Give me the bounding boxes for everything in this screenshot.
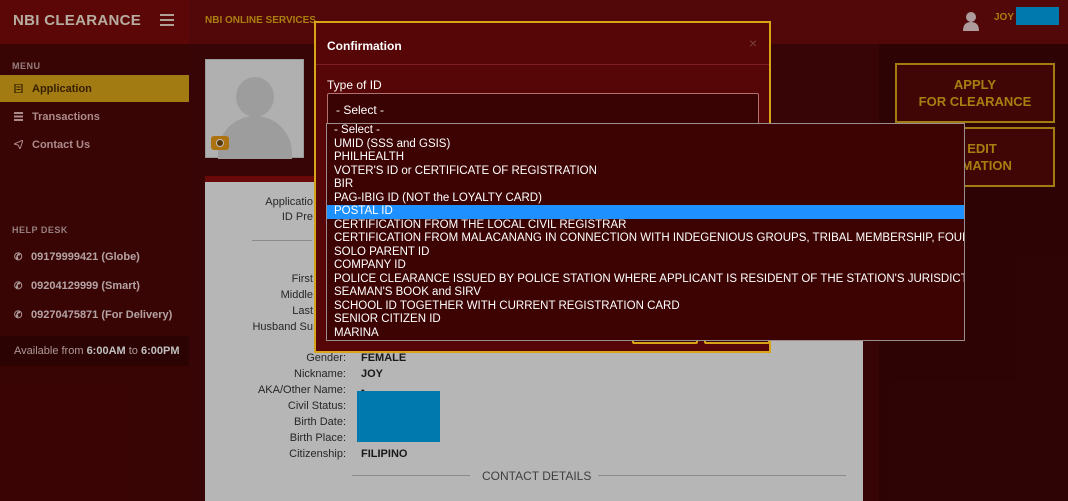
option-solo-parent[interactable]: SOLO PARENT ID [327, 246, 964, 260]
type-of-id-dropdown: - Select - UMID (SSS and GSIS) PHILHEALT… [326, 123, 965, 341]
option-marina[interactable]: MARINA [327, 327, 964, 341]
option-pagibig[interactable]: PAG-IBIG ID (NOT the LOYALTY CARD) [327, 192, 964, 206]
option-philhealth[interactable]: PHILHEALTH [327, 151, 964, 165]
type-of-id-select[interactable]: - Select - [327, 93, 759, 125]
option-postal-id[interactable]: POSTAL ID [327, 205, 964, 219]
option-senior-citizen[interactable]: SENIOR CITIZEN ID [327, 313, 964, 327]
close-icon[interactable]: × [749, 35, 757, 51]
option-school-id[interactable]: SCHOOL ID TOGETHER WITH CURRENT REGISTRA… [327, 300, 964, 314]
option-select[interactable]: - Select - [327, 124, 964, 138]
modal-title: Confirmation [327, 39, 402, 53]
type-of-id-label: Type of ID [327, 78, 382, 92]
option-police-clearance[interactable]: POLICE CLEARANCE ISSUED BY POLICE STATIO… [327, 273, 964, 287]
option-civil-registrar[interactable]: CERTIFICATION FROM THE LOCAL CIVIL REGIS… [327, 219, 964, 233]
option-voters-id[interactable]: VOTER'S ID or CERTIFICATE OF REGISTRATIO… [327, 165, 964, 179]
option-company-id[interactable]: COMPANY ID [327, 259, 964, 273]
modal-header: Confirmation × [316, 23, 769, 65]
option-seamans-book[interactable]: SEAMAN'S BOOK and SIRV [327, 286, 964, 300]
option-malacanang[interactable]: CERTIFICATION FROM MALACANANG IN CONNECT… [327, 232, 964, 246]
option-umid[interactable]: UMID (SSS and GSIS) [327, 138, 964, 152]
option-bir[interactable]: BIR [327, 178, 964, 192]
